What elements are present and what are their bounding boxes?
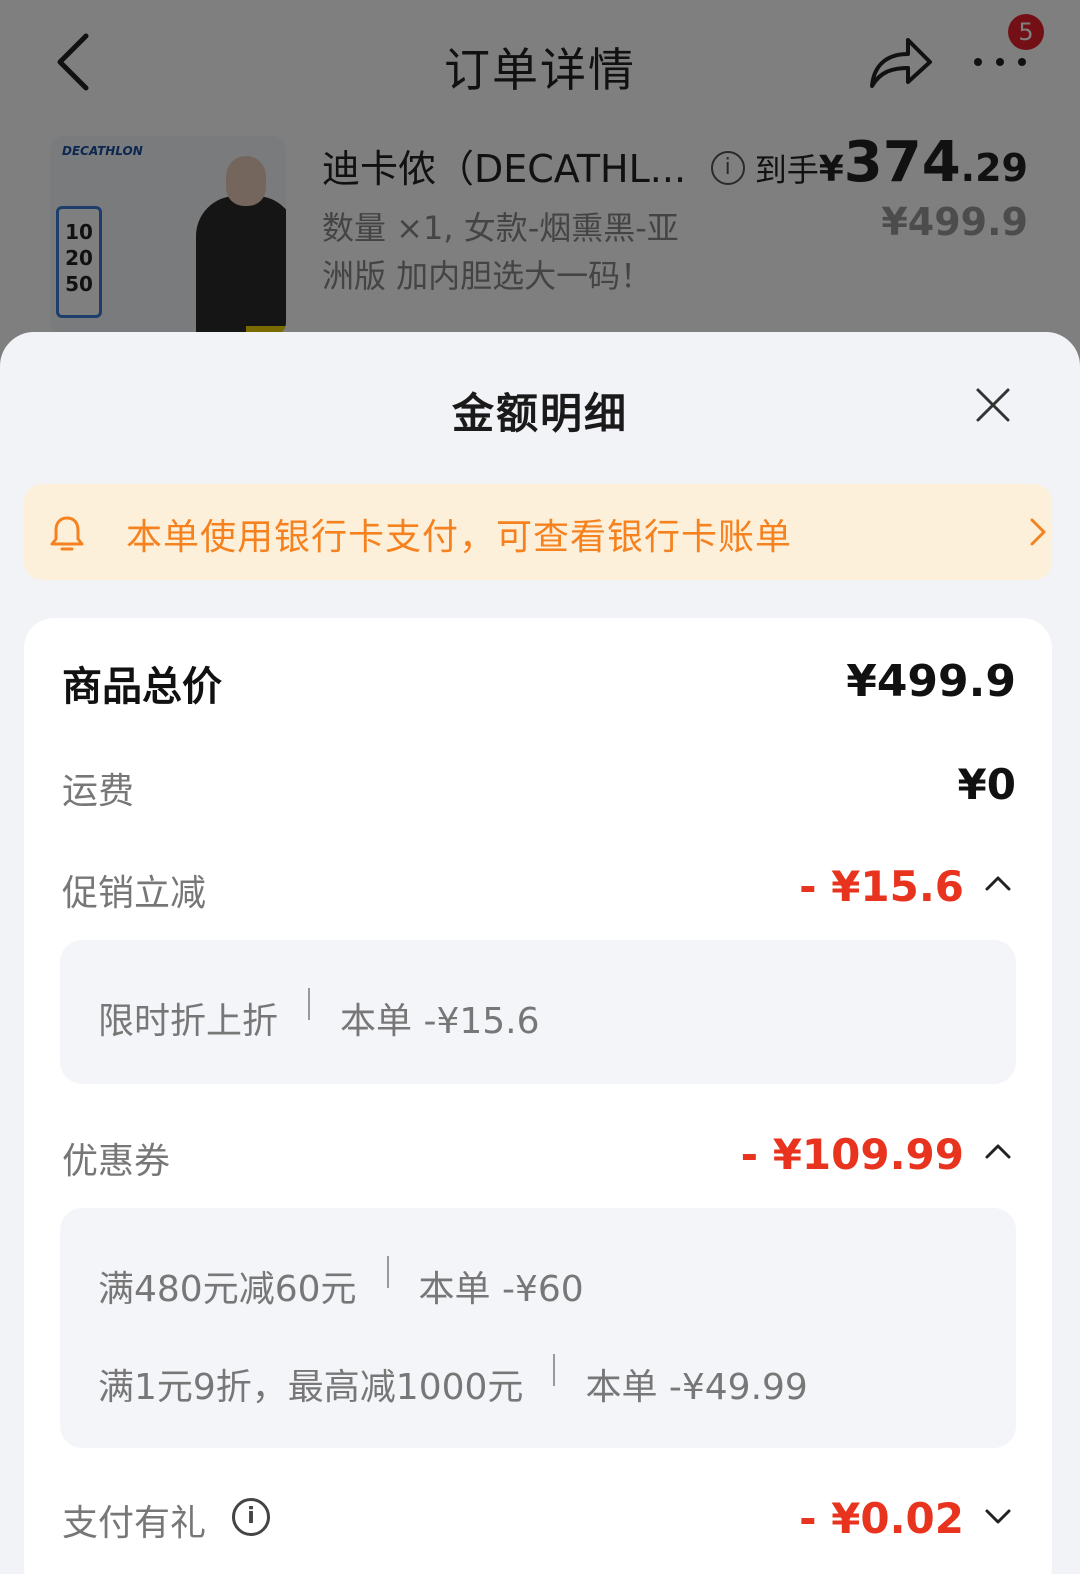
- coupon-value[interactable]: - ¥109.99: [741, 1130, 964, 1179]
- promo-value[interactable]: - ¥15.6: [799, 862, 964, 911]
- chevron-up-icon[interactable]: [984, 1142, 1012, 1160]
- chevron-right-icon: [1030, 518, 1046, 546]
- coupon-details: 满480元减60元 本单 -¥60 满1元9折，最高减1000元 本单 -¥49.9…: [60, 1208, 1016, 1448]
- promo-details: 限时折上折 本单 -¥15.6: [60, 940, 1016, 1084]
- pay-gift-label: 支付有礼: [62, 1503, 207, 1544]
- chevron-up-icon[interactable]: [984, 874, 1012, 892]
- coupon-label: 优惠券: [62, 1141, 171, 1182]
- shipping-value: ¥0: [957, 760, 1016, 809]
- coupon-detail-item: 满1元9折，最高减1000元 本单 -¥49.99: [98, 1354, 808, 1410]
- divider: [386, 1256, 389, 1288]
- amount-breakdown-card: 商品总价 ¥499.9 运费 ¥0 促销立减 - ¥15.6 限时折上折 本单 -…: [24, 618, 1052, 1574]
- coupon-detail-item: 满480元减60元 本单 -¥60: [98, 1256, 584, 1312]
- chevron-down-icon[interactable]: [984, 1508, 1012, 1526]
- total-price-value: ¥499.9: [846, 656, 1016, 707]
- promo-label: 促销立减: [62, 873, 207, 914]
- notice-text: 本单使用银行卡支付，可查看银行卡账单: [126, 517, 793, 558]
- promo-detail-item: 限时折上折 本单 -¥15.6: [98, 988, 540, 1044]
- info-icon[interactable]: [232, 1498, 270, 1536]
- total-price-label: 商品总价: [62, 664, 222, 710]
- divider: [553, 1354, 556, 1386]
- amount-detail-sheet: 金额明细 本单使用银行卡支付，可查看银行卡账单 商品总价 ¥499.9 运费 ¥…: [0, 332, 1080, 1574]
- pay-gift-value[interactable]: - ¥0.02: [799, 1494, 964, 1543]
- bell-icon: [50, 516, 84, 551]
- close-icon[interactable]: [974, 386, 1012, 424]
- divider: [308, 988, 311, 1020]
- shipping-label: 运费: [62, 771, 135, 812]
- bank-card-notice[interactable]: 本单使用银行卡支付，可查看银行卡账单: [24, 484, 1052, 580]
- sheet-title: 金额明细: [451, 389, 628, 438]
